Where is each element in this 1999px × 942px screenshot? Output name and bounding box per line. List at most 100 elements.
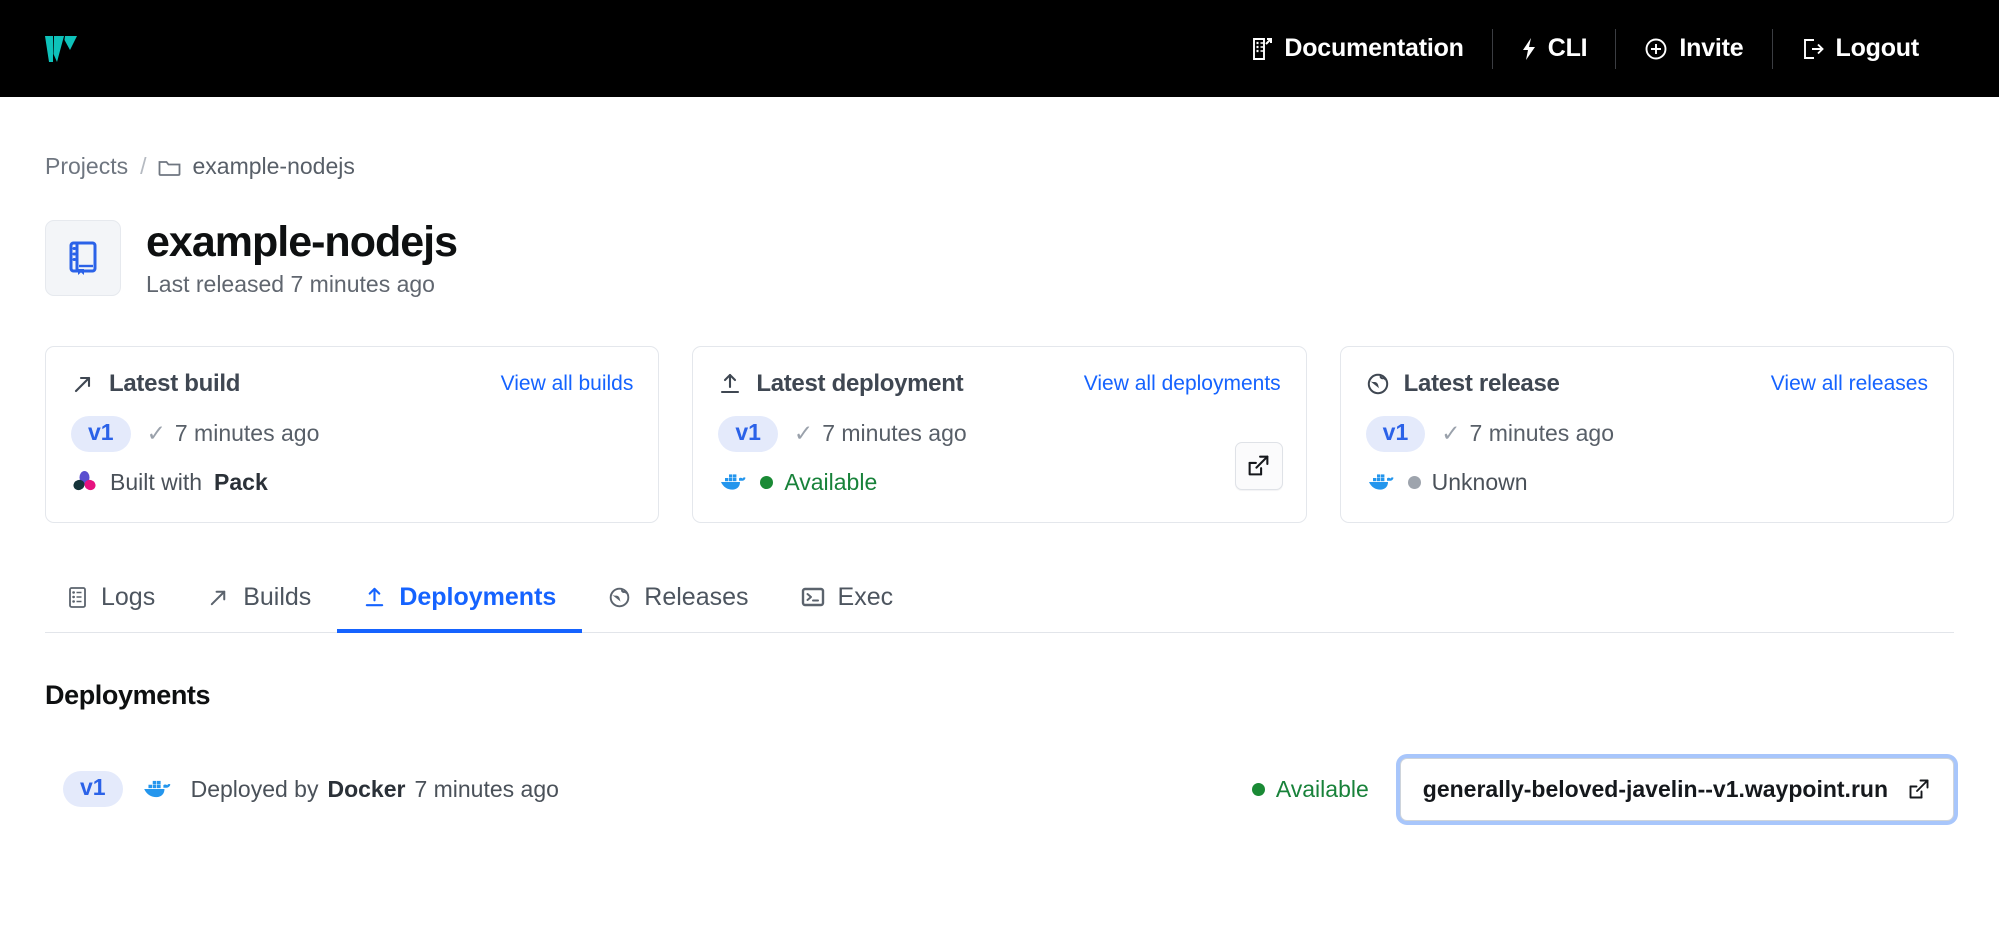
card-timestamp: ✓ 7 minutes ago [794,420,967,447]
top-navigation: Documentation CLI Invite [1223,27,1947,71]
logs-icon [67,586,88,609]
top-header-bar: Documentation CLI Invite [0,0,1999,97]
view-all-releases-link[interactable]: View all releases [1771,372,1928,396]
card-detail-prefix: Built with [110,469,202,496]
deployment-description: Deployed by Docker 7 minutes ago [191,776,559,803]
tab-logs[interactable]: Logs [45,583,181,633]
status-label: Available [784,469,877,496]
card-version-row: v1 ✓ 7 minutes ago [1366,416,1928,452]
breadcrumb-current-label: example-nodejs [192,153,354,180]
breadcrumb-separator: / [140,153,146,180]
waypoint-logo [40,28,82,70]
deployment-url-label: generally-beloved-javelin--v1.waypoint.r… [1423,776,1888,803]
build-arrow-icon [207,586,230,609]
status-badge: Unknown [1408,469,1528,496]
book-icon [65,239,101,277]
external-link-icon [1246,453,1271,478]
table-row: v1 Deployed by Docker 7 [45,758,1954,821]
nav-logout[interactable]: Logout [1773,27,1947,71]
external-link-icon [1907,777,1931,801]
card-header: Latest build View all builds [71,370,633,398]
document-external-icon [1251,37,1273,61]
card-timestamp: ✓ 7 minutes ago [147,420,320,447]
nav-cli-label: CLI [1548,34,1588,63]
deployment-time: 7 minutes ago [414,776,558,803]
status-dot-gray [1408,476,1421,489]
deployment-actor: Docker [327,776,405,803]
nav-invite-label: Invite [1679,34,1743,63]
card-title-latest-build: Latest build [71,370,240,398]
docker-icon [1366,470,1396,494]
card-detail-row: Available [718,469,1280,496]
logout-icon [1801,37,1825,61]
card-time-label: 7 minutes ago [175,420,319,447]
tab-exec[interactable]: Exec [775,583,920,633]
card-latest-build: Latest build View all builds v1 ✓ 7 minu… [45,346,659,523]
tab-builds-label: Builds [243,583,311,612]
status-dot-green [760,476,773,489]
page-content: Projects / example-nodejs example-nodejs… [0,153,1999,821]
version-badge[interactable]: v1 [718,416,778,452]
open-deployment-url-button[interactable] [1235,442,1283,490]
tab-deployments[interactable]: Deployments [337,583,582,633]
tab-deployments-label: Deployments [399,583,556,612]
check-icon: ✓ [1441,420,1460,447]
project-header: example-nodejs Last released 7 minutes a… [45,218,1954,298]
tab-releases[interactable]: Releases [582,583,774,633]
card-detail-value: Pack [214,469,268,496]
tab-bar: Logs Builds Deployments [45,583,1954,633]
upload-icon [718,372,742,396]
nav-cli[interactable]: CLI [1493,27,1616,71]
waypoint-logo-link[interactable] [40,28,82,70]
card-time-label: 7 minutes ago [1470,420,1614,447]
card-version-row: v1 ✓ 7 minutes ago [718,416,1280,452]
card-title-label: Latest deployment [756,370,963,398]
card-detail-row: Unknown [1366,469,1928,496]
status-label: Available [1276,776,1369,803]
nav-documentation[interactable]: Documentation [1223,27,1491,71]
lightning-bolt-icon [1521,37,1537,61]
folder-icon [158,157,181,177]
version-badge[interactable]: v1 [63,771,123,807]
status-dot-green [1252,783,1265,796]
card-title-label: Latest release [1404,370,1560,398]
page-title: example-nodejs [146,218,457,266]
status-badge: Available [760,469,877,496]
project-subtitle: Last released 7 minutes ago [146,271,457,298]
card-title-latest-release: Latest release [1366,370,1560,398]
tab-builds[interactable]: Builds [181,583,337,633]
nav-invite[interactable]: Invite [1616,27,1771,71]
deployment-url-button[interactable]: generally-beloved-javelin--v1.waypoint.r… [1400,758,1954,821]
view-all-deployments-link[interactable]: View all deployments [1084,372,1281,396]
deployment-row-left: v1 Deployed by Docker 7 [63,771,559,807]
card-latest-deployment: Latest deployment View all deployments v… [692,346,1306,523]
deployment-prefix: Deployed by [191,776,319,803]
plus-circle-icon [1644,37,1668,61]
card-time-label: 7 minutes ago [822,420,966,447]
status-badge: Available [1252,776,1369,803]
breadcrumb-current-project[interactable]: example-nodejs [158,153,354,180]
tab-logs-label: Logs [101,583,155,612]
summary-cards: Latest build View all builds v1 ✓ 7 minu… [45,346,1954,523]
card-latest-release: Latest release View all releases v1 ✓ 7 … [1340,346,1954,523]
breadcrumb-projects[interactable]: Projects [45,153,128,180]
buildpacks-icon [71,470,98,494]
deployment-row-right: Available generally-beloved-javelin--v1.… [1252,758,1954,821]
version-badge[interactable]: v1 [71,416,131,452]
view-all-builds-link[interactable]: View all builds [501,372,634,396]
build-arrow-icon [71,372,95,396]
card-title-label: Latest build [109,370,240,398]
card-version-row: v1 ✓ 7 minutes ago [71,416,633,452]
nav-logout-label: Logout [1836,34,1919,63]
nav-documentation-label: Documentation [1284,34,1463,63]
card-header: Latest release View all releases [1366,370,1928,398]
deployments-section-title: Deployments [45,680,1954,711]
tab-releases-label: Releases [644,583,748,612]
docker-icon [141,776,173,802]
project-avatar [45,220,121,296]
version-badge[interactable]: v1 [1366,416,1426,452]
upload-icon [363,586,386,609]
tab-exec-label: Exec [838,583,894,612]
project-heading-text: example-nodejs Last released 7 minutes a… [146,218,457,298]
card-timestamp: ✓ 7 minutes ago [1441,420,1614,447]
